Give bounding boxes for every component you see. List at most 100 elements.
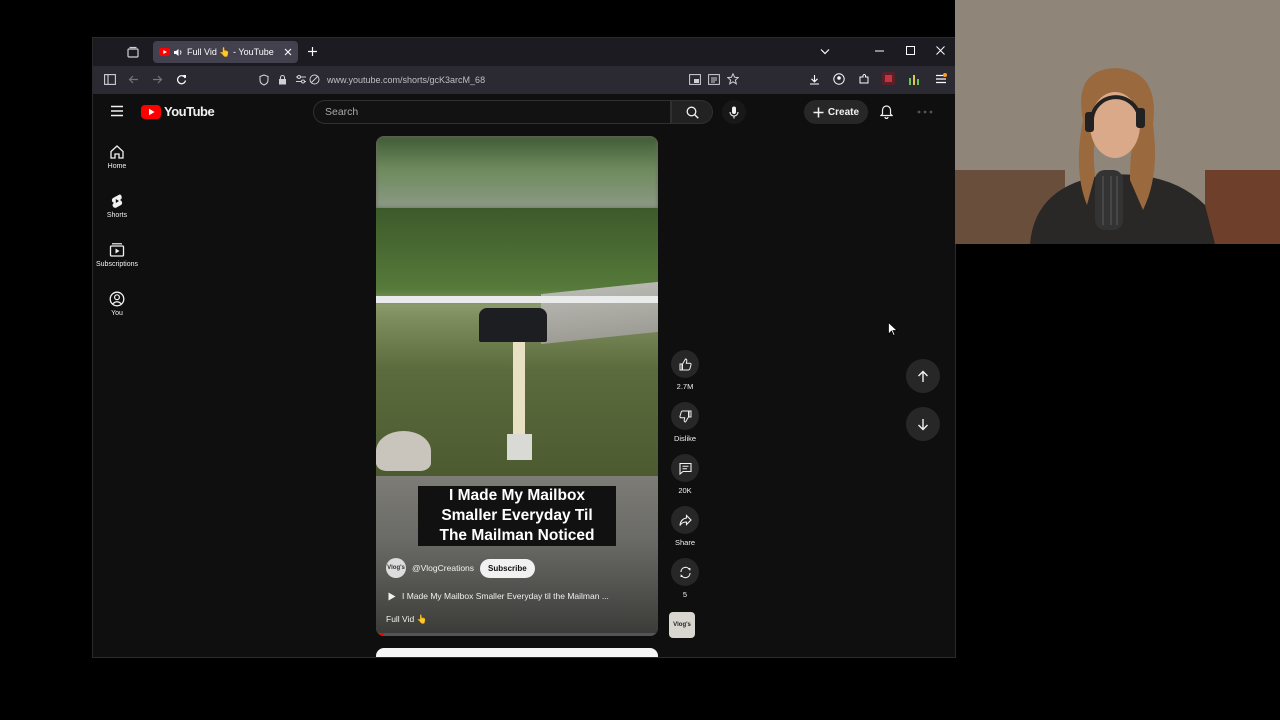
plus-icon [813,107,824,118]
sidebar-item-subscriptions[interactable]: Subscriptions [93,242,141,268]
sidebar-item-shorts[interactable]: Shorts [93,193,141,219]
search-button[interactable] [671,100,713,124]
arrow-down-icon [917,418,929,431]
create-button[interactable]: Create [804,100,868,124]
sidebar-item-home[interactable]: Home [93,144,141,170]
video-frame-blurred-top [376,136,658,208]
sidebar-item-label: Subscriptions [95,261,139,268]
lock-icon[interactable] [278,74,287,85]
you-icon [109,291,125,307]
youtube-logo-text: YouTube [164,104,215,119]
mailbox-post-base [507,434,532,460]
sidebar-item-label: You [111,310,123,317]
extension-meter-icon[interactable] [908,73,920,85]
close-tab-icon[interactable] [284,48,292,56]
permissions-icon[interactable] [296,75,306,84]
autoplay-blocked-icon[interactable] [309,74,320,85]
road-line [376,296,658,303]
browser-window: Full Vid 👆 - YouTube www.youtube.com/sho… [92,37,956,658]
share-button[interactable]: Share [668,506,702,547]
progress-bar[interactable] [376,633,658,636]
maximize-icon[interactable] [906,46,915,55]
arrow-up-icon [917,370,929,383]
youtube-favicon-icon [159,48,170,56]
related-video-link[interactable]: I Made My Mailbox Smaller Everyday til t… [388,591,609,601]
url-field[interactable]: www.youtube.com/shorts/gcK3arcM_68 [327,70,817,90]
previous-short-button[interactable] [906,359,940,393]
new-tab-icon[interactable] [307,46,318,57]
account-icon[interactable] [833,73,845,85]
remix-icon [679,566,692,579]
webcam-overlay [955,0,1280,244]
tab-bar: Full Vid 👆 - YouTube [93,38,955,66]
back-icon[interactable] [128,74,139,85]
mailbox [479,308,547,342]
navigation-toolbar: www.youtube.com/shorts/gcK3arcM_68 [93,66,955,94]
comments-button[interactable]: 20K [668,454,702,495]
dislike-label: Dislike [673,434,697,443]
next-short-preview[interactable] [376,648,658,657]
collections-icon[interactable] [127,46,139,58]
loading-spinner-icon [916,109,934,115]
share-label: Share [674,538,695,547]
shorts-icon [109,193,125,209]
mouse-cursor-icon [888,322,898,336]
voice-search-button[interactable] [722,100,746,124]
sidebar-toggle-icon[interactable] [104,74,116,85]
caption-line: Smaller Everyday Til [441,507,593,524]
channel-avatar[interactable]: Vlog's [386,558,406,578]
youtube-page: YouTube Search Create Home Shorts Subscr… [93,94,955,657]
close-window-icon[interactable] [936,46,945,55]
video-overlay-caption: I Made My Mailbox Smaller Everyday Til T… [418,486,616,546]
minimize-icon[interactable] [875,50,884,52]
extensions-icon[interactable] [858,73,870,85]
thumbs-down-icon [678,410,692,423]
picture-in-picture-icon[interactable] [689,74,701,85]
downloads-icon[interactable] [809,74,820,85]
list-all-tabs-icon[interactable] [820,48,830,55]
extension-red-icon[interactable] [882,72,895,85]
channel-handle[interactable]: @VlogCreations [412,563,474,573]
microphone-icon [729,106,739,119]
thumbs-up-icon [679,357,692,371]
reader-view-icon[interactable] [708,74,720,85]
forward-icon[interactable] [152,74,163,85]
comment-count: 20K [678,486,692,495]
remix-count: 5 [682,590,688,599]
search-input[interactable]: Search [313,100,671,124]
subscribe-button[interactable]: Subscribe [480,558,535,578]
like-button[interactable]: 2.7M [668,350,702,391]
home-icon [109,144,125,160]
guide-menu-icon[interactable] [110,105,124,117]
audio-playing-icon[interactable] [174,48,183,57]
tab-youtube[interactable]: Full Vid 👆 - YouTube [153,41,298,63]
related-video-title: I Made My Mailbox Smaller Everyday til t… [402,591,609,601]
notifications-bell-icon[interactable] [880,105,893,119]
progress-bar-fill [376,633,385,636]
sidebar-item-you[interactable]: You [93,291,141,317]
short-video-player[interactable]: I Made My Mailbox Smaller Everyday Til T… [376,136,658,636]
caption-line: I Made My Mailbox [448,487,586,504]
share-icon [678,513,692,527]
comment-icon [678,462,692,475]
sidebar-item-label: Shorts [106,212,128,219]
tab-title: Full Vid 👆 - YouTube [187,46,274,57]
youtube-logo[interactable]: YouTube [141,104,215,119]
like-count: 2.7M [676,382,694,391]
caption-line: The Mailman Noticed [439,527,595,544]
play-icon [388,592,396,601]
subscriptions-icon [109,242,125,258]
bookmark-star-icon[interactable] [727,73,739,85]
dislike-button[interactable]: Dislike [668,402,702,443]
create-label: Create [827,106,860,118]
sidebar-item-label: Home [107,163,127,170]
youtube-logo-icon [141,104,161,119]
sound-thumbnail[interactable]: Vlog's [669,612,695,638]
next-short-button[interactable] [906,407,940,441]
app-menu-icon[interactable] [935,73,947,85]
rock [376,431,431,471]
tracking-protection-icon[interactable] [259,74,269,86]
reload-icon[interactable] [176,74,187,85]
remix-button[interactable]: 5 [668,558,702,599]
channel-row: Vlog's @VlogCreations Subscribe [386,558,535,578]
